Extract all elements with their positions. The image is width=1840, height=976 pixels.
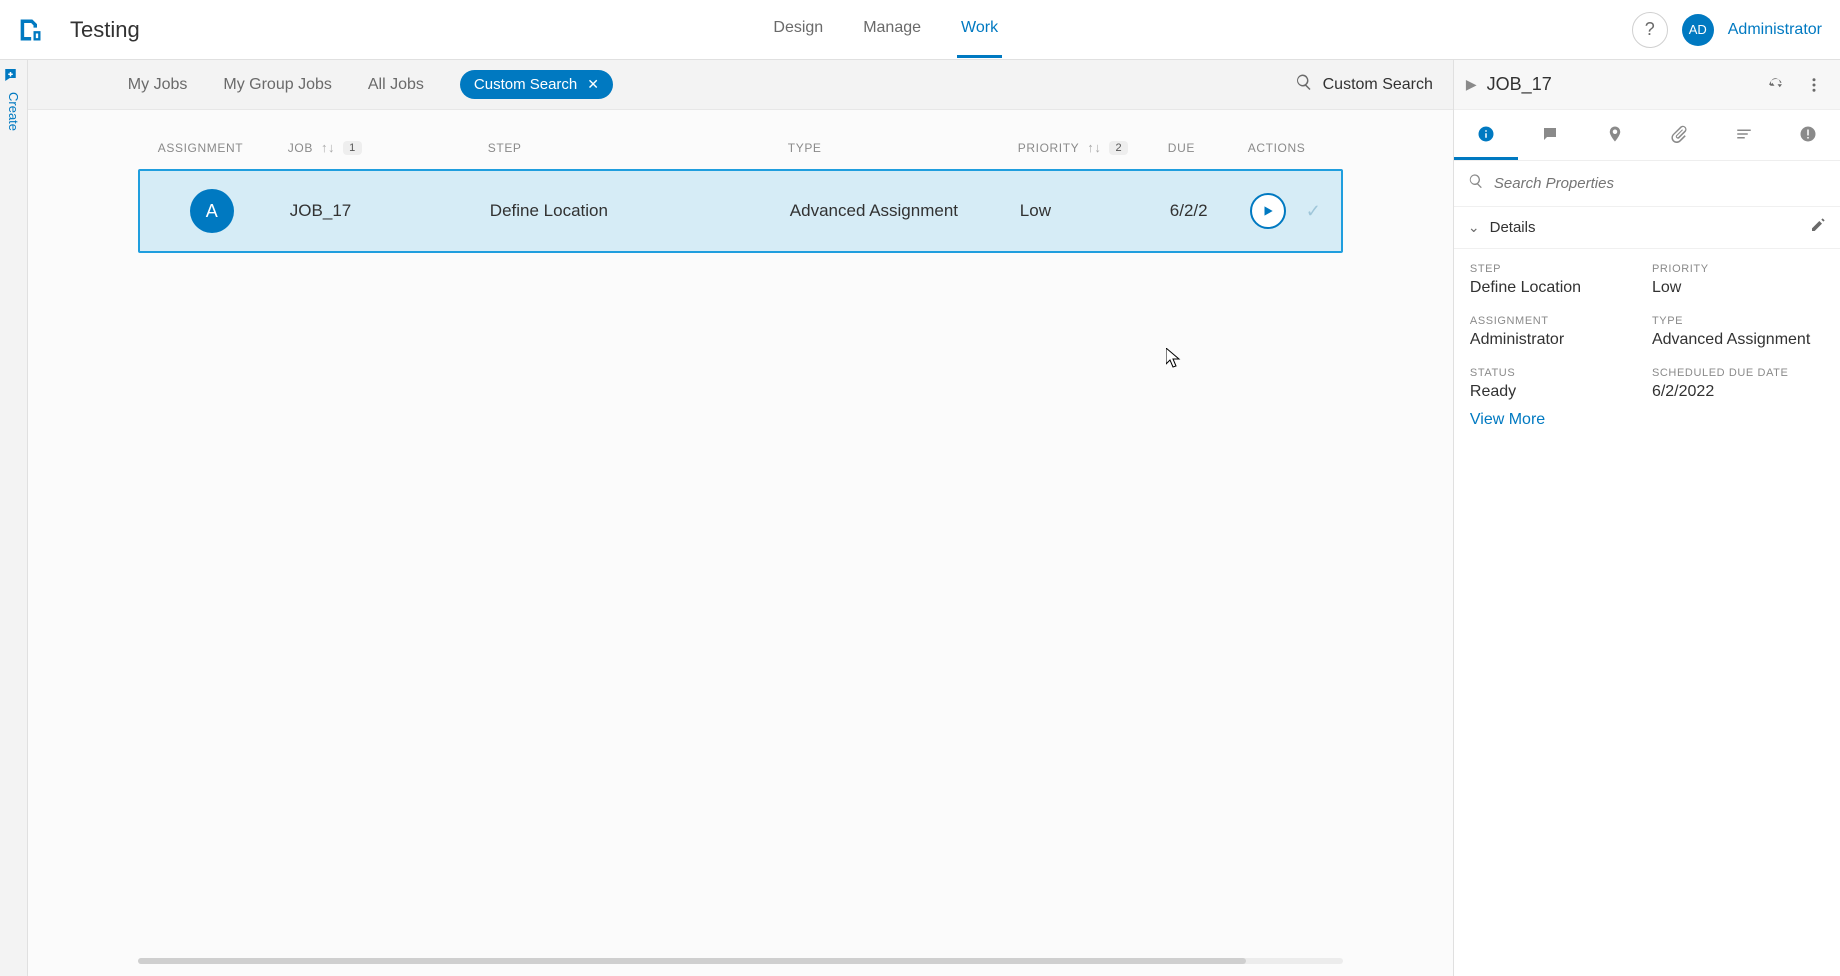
- create-label[interactable]: Create: [6, 92, 21, 131]
- row-step: Define Location: [490, 201, 790, 221]
- type-label: TYPE: [1652, 315, 1824, 327]
- horizontal-scrollbar[interactable]: [138, 958, 1343, 964]
- assignment-value: Administrator: [1470, 331, 1642, 349]
- field-assignment: ASSIGNMENT Administrator: [1470, 315, 1642, 349]
- assignment-label: ASSIGNMENT: [1470, 315, 1642, 327]
- custom-search-button[interactable]: Custom Search: [1295, 73, 1433, 96]
- tab-my-jobs[interactable]: My Jobs: [128, 76, 188, 94]
- run-button[interactable]: [1250, 193, 1286, 229]
- col-step[interactable]: STEP: [488, 141, 788, 155]
- status-label: STATUS: [1470, 367, 1642, 379]
- nav-design[interactable]: Design: [769, 1, 827, 58]
- col-assignment[interactable]: ASSIGNMENT: [158, 141, 288, 155]
- sort-icon: ↑↓: [321, 140, 335, 155]
- row-actions: ✓: [1250, 193, 1321, 229]
- user-avatar[interactable]: AD: [1682, 14, 1714, 46]
- tab-all-jobs[interactable]: All Jobs: [368, 76, 424, 94]
- tab-my-group-jobs[interactable]: My Group Jobs: [223, 76, 331, 94]
- refresh-icon[interactable]: [1762, 71, 1790, 99]
- due-label: SCHEDULED DUE DATE: [1652, 367, 1824, 379]
- panel-tab-info[interactable]: [1454, 110, 1518, 160]
- top-bar: Testing Design Manage Work ? AD Administ…: [0, 0, 1840, 60]
- user-name-link[interactable]: Administrator: [1728, 21, 1822, 39]
- nav-work[interactable]: Work: [957, 1, 1002, 58]
- status-value: Ready: [1470, 383, 1642, 401]
- col-priority[interactable]: PRIORITY ↑↓ 2: [1018, 140, 1168, 155]
- mouse-cursor: [1166, 348, 1182, 368]
- content-area: ASSIGNMENT JOB ↑↓ 1 STEP TYPE PRIORITY ↑…: [28, 110, 1453, 976]
- panel-tab-comments[interactable]: [1518, 110, 1582, 160]
- details-grid: STEP Define Location PRIORITY Low ASSIGN…: [1454, 249, 1840, 405]
- priority-value: Low: [1652, 279, 1824, 297]
- panel-tab-attachments[interactable]: [1647, 110, 1711, 160]
- chevron-down-icon[interactable]: ⌄: [1468, 219, 1480, 236]
- panel-tab-location[interactable]: [1583, 110, 1647, 160]
- field-due: SCHEDULED DUE DATE 6/2/2022: [1652, 367, 1824, 401]
- col-due[interactable]: DUE: [1168, 141, 1248, 155]
- subheader: My Jobs My Group Jobs All Jobs Custom Se…: [28, 60, 1453, 110]
- col-job[interactable]: JOB ↑↓ 1: [288, 140, 488, 155]
- job-sort-order: 1: [343, 141, 362, 155]
- priority-sort-order: 2: [1109, 141, 1128, 155]
- create-icon[interactable]: [3, 66, 23, 86]
- side-panel: ▶ JOB_17: [1453, 60, 1840, 976]
- search-icon: [1295, 73, 1313, 96]
- panel-collapse-icon[interactable]: ▶: [1466, 76, 1477, 93]
- col-actions: ACTIONS: [1248, 141, 1323, 155]
- app-logo: [10, 10, 50, 50]
- custom-search-chip: Custom Search ✕: [460, 70, 613, 99]
- nav-manage[interactable]: Manage: [859, 1, 925, 58]
- panel-tab-holds[interactable]: [1776, 110, 1840, 160]
- priority-label: PRIORITY: [1652, 263, 1824, 275]
- type-value: Advanced Assignment: [1652, 331, 1824, 349]
- due-value: 6/2/2022: [1652, 383, 1824, 401]
- view-more-link[interactable]: View More: [1454, 405, 1840, 449]
- step-label: STEP: [1470, 263, 1642, 275]
- details-section-header[interactable]: ⌄ Details: [1454, 207, 1840, 249]
- row-avatar: A: [190, 189, 234, 233]
- top-right: ? AD Administrator: [1632, 12, 1822, 48]
- field-status: STATUS Ready: [1470, 367, 1642, 401]
- field-type: TYPE Advanced Assignment: [1652, 315, 1824, 349]
- row-job: JOB_17: [290, 201, 490, 221]
- panel-tab-diagram[interactable]: [1711, 110, 1775, 160]
- main-area: My Jobs My Group Jobs All Jobs Custom Se…: [28, 60, 1453, 976]
- chip-label: Custom Search: [474, 76, 577, 93]
- sort-icon: ↑↓: [1087, 140, 1101, 155]
- scrollbar-thumb[interactable]: [138, 958, 1247, 964]
- field-priority: PRIORITY Low: [1652, 263, 1824, 297]
- top-nav: Design Manage Work: [140, 1, 1632, 58]
- panel-search: [1454, 161, 1840, 207]
- col-job-label: JOB: [288, 141, 313, 155]
- more-icon[interactable]: [1800, 71, 1828, 99]
- search-icon: [1468, 173, 1484, 194]
- row-priority: Low: [1020, 201, 1170, 221]
- panel-tabs: [1454, 110, 1840, 161]
- step-value: Define Location: [1470, 279, 1642, 297]
- chip-close-icon[interactable]: ✕: [587, 76, 599, 93]
- properties-search-input[interactable]: [1494, 175, 1826, 192]
- edit-icon[interactable]: [1810, 217, 1826, 238]
- field-step: STEP Define Location: [1470, 263, 1642, 297]
- app-title: Testing: [70, 17, 140, 43]
- table-header: ASSIGNMENT JOB ↑↓ 1 STEP TYPE PRIORITY ↑…: [138, 140, 1343, 169]
- row-due: 6/2/2: [1170, 201, 1250, 221]
- panel-header: ▶ JOB_17: [1454, 60, 1840, 110]
- details-label: Details: [1490, 219, 1800, 236]
- col-type[interactable]: TYPE: [788, 141, 1018, 155]
- job-tabs: My Jobs My Group Jobs All Jobs Custom Se…: [128, 70, 613, 99]
- help-icon[interactable]: ?: [1632, 12, 1668, 48]
- complete-icon[interactable]: ✓: [1306, 201, 1321, 222]
- job-row[interactable]: A JOB_17 Define Location Advanced Assign…: [138, 169, 1343, 253]
- row-type: Advanced Assignment: [790, 201, 1020, 221]
- col-priority-label: PRIORITY: [1018, 141, 1079, 155]
- left-rail: Create: [0, 60, 28, 976]
- custom-search-label: Custom Search: [1323, 76, 1433, 94]
- panel-title: JOB_17: [1487, 74, 1752, 95]
